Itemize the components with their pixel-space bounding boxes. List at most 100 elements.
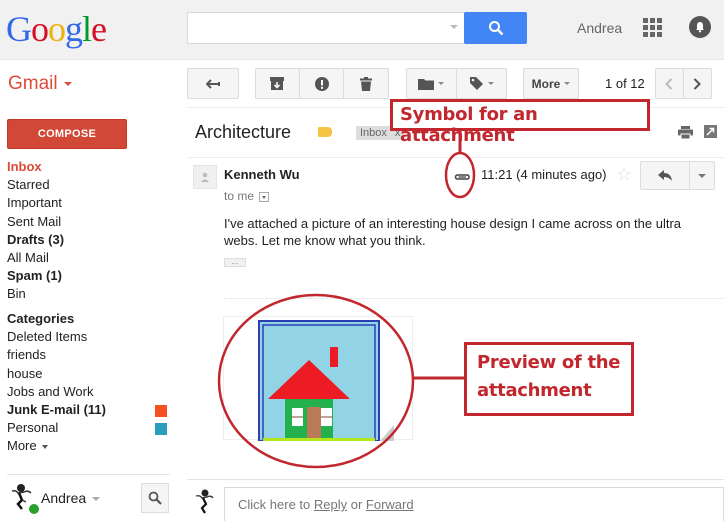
report-spam-button[interactable] (300, 69, 345, 98)
report-spam-icon (314, 76, 329, 91)
print-all-button[interactable] (678, 126, 693, 144)
sidebar-nav: Inbox Starred Important Sent Mail Drafts… (7, 158, 64, 304)
forward-link[interactable]: Forward (366, 497, 414, 512)
logo-letter: l (82, 9, 92, 49)
compose-button[interactable]: COMPOSE (7, 119, 127, 149)
show-trimmed-content-button[interactable]: ... (224, 258, 246, 267)
action-button-group (255, 68, 389, 99)
star-icon[interactable]: ☆ (616, 164, 632, 185)
recipient-label: to me (224, 189, 255, 203)
google-logo[interactable]: Google (6, 8, 107, 50)
gmail-label: Gmail (8, 73, 58, 94)
search-button[interactable] (464, 12, 527, 44)
sidebar-divider (7, 474, 170, 475)
printer-icon (678, 126, 693, 140)
sidebar-item-house[interactable]: house (7, 365, 167, 383)
archive-button[interactable] (256, 69, 300, 98)
sender-name[interactable]: Kenneth Wu (224, 167, 300, 182)
label-color-swatch[interactable] (155, 423, 167, 436)
sidebar-item-sent-mail[interactable]: Sent Mail (7, 213, 64, 231)
annotation-attachment-preview: Preview of the attachment (464, 342, 634, 416)
search-icon (488, 21, 503, 36)
sidebar-item-inbox[interactable]: Inbox (7, 158, 64, 176)
move-to-button[interactable] (407, 69, 457, 98)
search-input[interactable] (187, 12, 465, 44)
newer-button[interactable] (656, 69, 684, 98)
pagination-count: 1 of 12 (605, 76, 645, 91)
chevron-down-icon (487, 82, 494, 85)
chevron-down-icon (698, 173, 706, 178)
more-message-options-button[interactable] (690, 162, 714, 189)
sidebar-item-all-mail[interactable]: All Mail (7, 249, 64, 267)
reply-prompt: Click here to (238, 497, 314, 512)
sidebar-item-bin[interactable]: Bin (7, 285, 64, 303)
category-label: Personal (7, 420, 59, 436)
importance-marker-icon[interactable] (318, 127, 332, 137)
chat-user-label: Andrea (41, 490, 87, 506)
archive-icon (270, 77, 285, 90)
logo-letter: o (31, 9, 49, 49)
message-timestamp: 11:21 (4 minutes ago) (481, 167, 607, 182)
chevron-down-icon (92, 497, 101, 502)
sidebar-item-starred[interactable]: Starred (7, 176, 64, 194)
sidebar-item-junk-email[interactable]: Junk E-mail (11) (7, 401, 167, 419)
reply-link[interactable]: Reply (314, 497, 347, 512)
reply-icon (658, 170, 672, 181)
attachment-divider (224, 298, 724, 299)
annotation-line: attachment (477, 380, 592, 401)
sidebar-item-drafts[interactable]: Drafts (3) (7, 231, 64, 249)
notifications-bell-icon[interactable] (689, 16, 711, 38)
reply-or-text: or (347, 497, 366, 512)
arrow-back-icon (206, 78, 220, 89)
sidebar-item-jobs-and-work[interactable]: Jobs and Work (7, 383, 167, 401)
chevron-down-icon (41, 444, 48, 449)
more-button[interactable]: More (523, 68, 579, 99)
more-label: More (531, 76, 561, 91)
house-image-preview (258, 320, 394, 442)
attachment-thumbnail[interactable] (223, 316, 413, 442)
gmail-menu[interactable]: Gmail (8, 73, 72, 95)
current-user-avatar (193, 488, 215, 521)
sidebar-item-friends[interactable]: friends (7, 346, 167, 364)
back-button[interactable] (187, 68, 239, 99)
message-divider (187, 157, 724, 158)
reply-forward-box[interactable]: Click here to Reply or Forward (224, 487, 724, 521)
inbox-chip-label: Inbox (360, 127, 387, 139)
sidebar-categories: Categories Deleted Items friends house J… (7, 310, 167, 456)
account-name[interactable]: Andrea (577, 20, 622, 36)
sender-avatar[interactable] (193, 165, 217, 189)
sidebar-more[interactable]: More (7, 437, 167, 455)
sidebar-item-personal[interactable]: Personal (7, 419, 167, 437)
show-details-dropdown[interactable] (259, 191, 270, 202)
sidebar-item-spam[interactable]: Spam (1) (7, 267, 64, 285)
label-color-swatch[interactable] (155, 405, 167, 418)
label-tag-icon (469, 77, 483, 90)
popout-icon (706, 127, 715, 136)
person-icon (201, 172, 209, 182)
more-label: More (7, 438, 37, 454)
organize-button-group (406, 68, 507, 99)
delete-button[interactable] (344, 69, 388, 98)
chat-search-button[interactable] (141, 483, 169, 513)
chevron-left-icon (665, 77, 673, 90)
apps-grid-icon[interactable] (643, 18, 662, 37)
category-label: Jobs and Work (7, 383, 94, 399)
logo-letter: g (65, 9, 83, 49)
message-body: I've attached a picture of an interestin… (224, 216, 682, 248)
sidebar-item-deleted-items[interactable]: Deleted Items (7, 328, 167, 346)
categories-heading[interactable]: Categories (7, 310, 167, 328)
chevron-down-icon (438, 82, 445, 85)
open-new-window-button[interactable] (704, 125, 717, 138)
thread-subject: Architecture (195, 122, 292, 142)
sidebar-item-important[interactable]: Important (7, 194, 64, 212)
reply-button[interactable] (641, 162, 690, 189)
top-bar: Google Andrea (0, 0, 724, 60)
trash-icon (360, 76, 373, 91)
logo-letter: e (91, 9, 107, 49)
search-options-dropdown[interactable] (450, 25, 458, 29)
attachment-icon (453, 169, 471, 187)
chat-user-name: Andrea (41, 490, 101, 506)
category-label: friends (7, 347, 47, 363)
older-button[interactable] (684, 69, 711, 98)
labels-button[interactable] (457, 69, 507, 98)
